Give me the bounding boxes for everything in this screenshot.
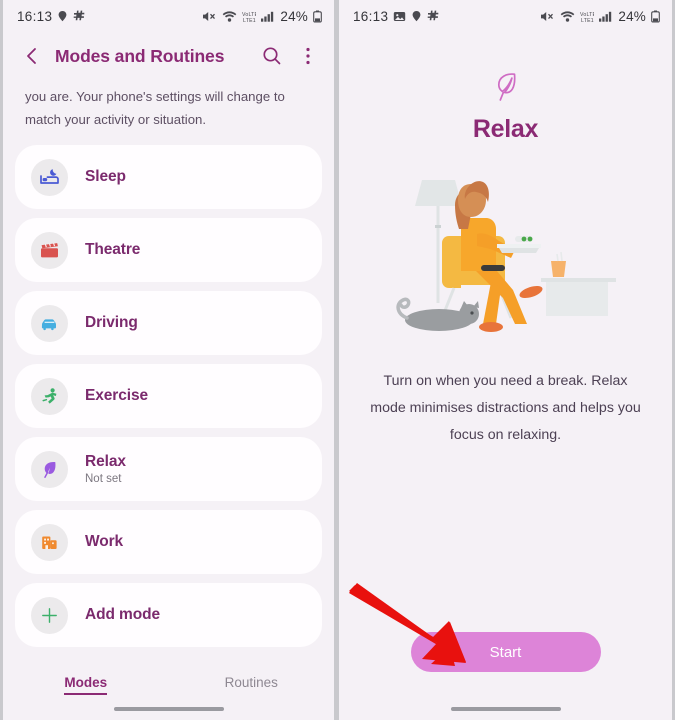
mode-item-driving[interactable]: Driving [15, 291, 322, 355]
tab-modes[interactable]: Modes [3, 675, 169, 695]
modes-list: Sleep Theatre Driving Exercise Relax Not… [3, 145, 334, 647]
status-time: 16:13 [17, 9, 53, 24]
mode-item-add-mode[interactable]: Add mode [15, 583, 322, 647]
clapperboard-icon [31, 231, 68, 269]
bed-icon [31, 158, 68, 196]
battery-percent: 24% [280, 9, 308, 24]
svg-text:LTE1: LTE1 [581, 18, 594, 23]
page-title: Modes and Routines [55, 45, 225, 66]
location-icon [57, 10, 68, 23]
right-status-bar: 16:13 VoLTELTE1 [339, 0, 672, 33]
app-bar: Modes and Routines [3, 33, 334, 79]
mode-item-work[interactable]: Work [15, 510, 322, 574]
mode-item-relax[interactable]: Relax Not set [15, 437, 322, 501]
samsung-pay-icon [73, 10, 86, 23]
wifi-icon [560, 10, 575, 23]
signal-icon [599, 10, 612, 23]
battery-icon [313, 10, 322, 23]
leaf-icon [31, 450, 68, 488]
right-phone-screen: 16:13 VoLTELTE1 [339, 0, 672, 720]
relax-illustration [339, 162, 672, 342]
relax-title: Relax [472, 115, 539, 143]
mode-label: Add mode [85, 606, 160, 623]
mode-label: Work [85, 533, 124, 550]
bottom-tab-bar: Modes Routines [3, 675, 335, 695]
mode-item-exercise[interactable]: Exercise [15, 364, 322, 428]
signal-icon [261, 10, 274, 23]
volte-icon: VoLTELTE1 [580, 10, 594, 23]
volte-icon: VoLTELTE1 [242, 10, 256, 23]
plus-icon [31, 596, 68, 634]
battery-icon [651, 10, 660, 23]
battery-percent: 24% [618, 9, 646, 24]
search-icon[interactable] [260, 44, 284, 68]
samsung-pay-icon [427, 10, 440, 23]
mode-label: Driving [85, 314, 138, 331]
mode-label: Relax [85, 453, 126, 470]
mode-item-theatre[interactable]: Theatre [15, 218, 322, 282]
mode-subtitle: Not set [85, 473, 122, 485]
tab-modes-label: Modes [64, 675, 108, 695]
mode-label: Theatre [85, 241, 141, 258]
status-time: 16:13 [353, 9, 389, 24]
mute-icon [540, 10, 555, 23]
office-building-icon [31, 523, 68, 561]
tab-routines-label: Routines [224, 675, 278, 690]
home-indicator[interactable] [113, 707, 224, 711]
back-chevron-icon[interactable] [21, 45, 43, 67]
mode-label: Exercise [85, 387, 148, 404]
home-indicator[interactable] [450, 707, 561, 711]
screenshot-root: 16:13 VoLTELTE1 [0, 0, 675, 720]
mode-label: Sleep [85, 168, 126, 185]
location-icon [411, 10, 422, 23]
more-vertical-icon[interactable] [296, 44, 320, 68]
left-status-bar: 16:13 VoLTELTE1 [3, 0, 334, 33]
tab-routines[interactable]: Routines [169, 675, 335, 694]
left-phone-screen: 16:13 VoLTELTE1 [3, 0, 334, 720]
start-button[interactable]: Start [410, 632, 601, 672]
mute-icon [202, 10, 217, 23]
wifi-icon [222, 10, 237, 23]
svg-text:LTE1: LTE1 [243, 18, 256, 23]
screenshot-icon [393, 10, 406, 23]
mode-item-sleep[interactable]: Sleep [15, 145, 322, 209]
runner-icon [31, 377, 68, 415]
car-icon [31, 304, 68, 342]
intro-description: you are. Your phone's settings will chan… [25, 89, 285, 127]
relax-description: Turn on when you need a break. Relax mod… [370, 373, 641, 443]
relax-leaf-icon [339, 71, 672, 108]
